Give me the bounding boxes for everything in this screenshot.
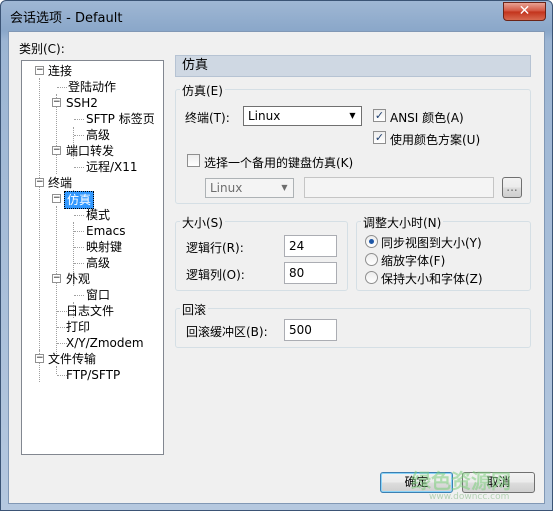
panel-title: 仿真 [182, 58, 209, 73]
cols-input[interactable]: 80 [284, 262, 337, 284]
resize-option-label: 保持大小和字体(Z) [381, 272, 483, 286]
tree-item-appearance[interactable]: 外观 [66, 271, 90, 287]
alt-keyboard-path-field[interactable] [304, 177, 494, 198]
tree-item-terminal-advanced[interactable]: 高级 [86, 255, 110, 271]
resize-scale-font-radio[interactable] [365, 253, 378, 266]
collapse-icon[interactable]: − [35, 178, 44, 187]
close-icon: ✕ [518, 3, 531, 19]
terminal-type-value: Linux [248, 109, 281, 123]
tree-item-xyzmodem[interactable]: X/Y/Zmodem [66, 335, 144, 351]
tree-item-window[interactable]: 窗口 [86, 287, 110, 303]
title-bar[interactable]: 会话选项 - Default ✕ [1, 1, 552, 31]
color-scheme-checkbox[interactable]: ✓ [373, 131, 386, 144]
tree-item-connection[interactable]: 连接 [48, 63, 72, 79]
tree-item-print[interactable]: 打印 [66, 319, 90, 335]
chevron-down-icon: ▼ [281, 183, 288, 192]
scrollback-group-label: 回滚 [180, 301, 209, 318]
collapse-icon[interactable]: − [35, 66, 44, 75]
resize-group: 调整大小时(N) 同步视图到大小(Y) 缩放字体(F) 保持大小和字体(Z) [356, 214, 531, 291]
terminal-type-label: 终端(T): [185, 111, 230, 125]
scrollback-group: 回滚 回滚缓冲区(B): 500 [175, 301, 531, 348]
resize-sync-radio[interactable] [365, 235, 378, 248]
category-label: 类别(C): [19, 42, 65, 56]
tree-item-port-forward[interactable]: 端口转发 [66, 143, 114, 159]
watermark-url: www.downcc.com [429, 492, 510, 502]
collapse-icon[interactable]: − [52, 274, 61, 283]
chevron-down-icon: ▼ [349, 111, 356, 120]
scrollback-buffer-label: 回滚缓冲区(B): [186, 325, 268, 339]
close-button[interactable]: ✕ [503, 2, 546, 21]
tree-item-modes[interactable]: 模式 [86, 207, 110, 223]
tree-item-ftp-sftp[interactable]: FTP/SFTP [66, 367, 120, 383]
resize-option-label: 同步视图到大小(Y) [381, 236, 482, 250]
tree-item-login-actions[interactable]: 登陆动作 [68, 79, 116, 95]
browse-button[interactable]: ... [502, 177, 522, 198]
emulation-group: 仿真(E) 终端(T): Linux ▼ ✓ ANSI 颜色(A) ✓ 使用颜色… [175, 82, 531, 204]
rows-input[interactable]: 24 [284, 235, 337, 257]
emulation-group-label: 仿真(E) [180, 82, 225, 99]
ansi-color-label: ANSI 颜色(A) [390, 111, 464, 125]
alt-keyboard-label: 选择一个备用的键盘仿真(K) [204, 156, 354, 170]
resize-group-label: 调整大小时(N) [361, 214, 444, 231]
category-tree[interactable]: − 连接 登陆动作 − SSH2 SFTP 标签页 高级 − 端口转发 远程/X… [21, 60, 164, 455]
window-title: 会话选项 - Default [10, 11, 123, 26]
tree-item-emacs[interactable]: Emacs [86, 223, 125, 239]
collapse-icon[interactable]: − [52, 146, 61, 155]
rows-label: 逻辑行(R): [186, 241, 244, 255]
ansi-color-checkbox[interactable]: ✓ [373, 109, 386, 122]
tree-item-log-file[interactable]: 日志文件 [66, 303, 114, 319]
tree-item-sftp-tab[interactable]: SFTP 标签页 [86, 111, 155, 127]
size-group: 大小(S) 逻辑行(R): 24 逻辑列(O): 80 [175, 214, 348, 291]
tree-item-mapped-keys[interactable]: 映射键 [86, 239, 122, 255]
size-group-label: 大小(S) [180, 214, 225, 231]
alt-keyboard-select[interactable]: Linux ▼ [205, 178, 294, 198]
tree-item-terminal[interactable]: 终端 [48, 175, 72, 191]
cols-label: 逻辑列(O): [186, 268, 245, 282]
scrollback-buffer-input[interactable]: 500 [284, 319, 337, 341]
collapse-icon[interactable]: − [52, 194, 61, 203]
resize-keep-radio[interactable] [365, 271, 378, 284]
alt-keyboard-value: Linux [210, 181, 243, 195]
session-options-window: 会话选项 - Default ✕ 类别(C): − 连接 登陆动作 − SSH2 [0, 0, 553, 511]
resize-option-label: 缩放字体(F) [381, 254, 446, 268]
tree-item-remote-x11[interactable]: 远程/X11 [86, 159, 138, 175]
terminal-type-select[interactable]: Linux ▼ [243, 106, 362, 126]
dialog-client-area: 类别(C): − 连接 登陆动作 − SSH2 SFTP 标签页 高级 − 端口… [8, 31, 545, 504]
panel-header: 仿真 [175, 55, 531, 77]
collapse-icon[interactable]: − [52, 98, 61, 107]
alt-keyboard-checkbox[interactable] [187, 154, 200, 167]
watermark-text: 绿色资源网 [411, 469, 511, 493]
tree-item-ssh2[interactable]: SSH2 [66, 95, 98, 111]
collapse-icon[interactable]: − [35, 354, 44, 363]
tree-item-ssh-advanced[interactable]: 高级 [86, 127, 110, 143]
color-scheme-label: 使用颜色方案(U) [390, 133, 481, 147]
tree-item-file-transfer[interactable]: 文件传输 [48, 351, 96, 367]
